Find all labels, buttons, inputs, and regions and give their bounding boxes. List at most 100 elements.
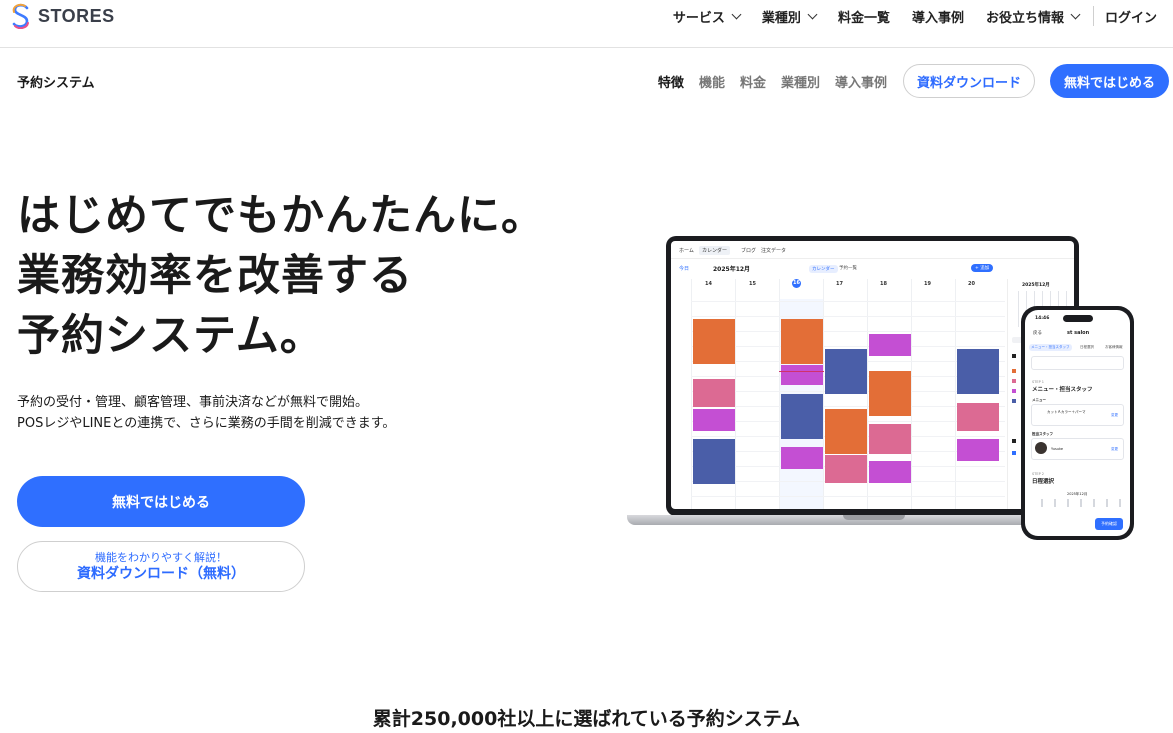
grid-line (691, 496, 1005, 497)
day-header: 19 (924, 281, 931, 287)
grid-line (955, 279, 956, 509)
grid-line (779, 279, 780, 509)
calendar-month: 2025年12月 (713, 266, 751, 273)
phone-tab-date: 日程選択 (1080, 345, 1094, 349)
nav-pricing[interactable]: 料金一覧 (838, 7, 890, 26)
hero-desc-line: POSレジやLINEとの連携で、さらに業務の手間を削減できます。 (17, 416, 396, 431)
section-heading: 累計250,000社以上に選ばれている予約システム (372, 708, 801, 730)
grid-line (691, 316, 1005, 317)
calendar-toolbar: 今日 2025年12月 カレンダー 予約一覧 + 追加 (671, 263, 1074, 277)
view-tab-calendar: カレンダー (809, 265, 838, 273)
download-docs-subtitle: 機能をわかりやすく解説！ (95, 550, 227, 564)
phone-mockup: 14:46 戻る st salon メニュー・担当スタッフ 日程選択 お客様情報… (1021, 306, 1134, 540)
stores-logo-icon (12, 3, 29, 29)
calendar-event (825, 455, 867, 483)
add-event-button: + 追加 (971, 264, 994, 272)
day-header: 17 (836, 281, 843, 287)
mini-calendar-month: 2025年12月 (1022, 283, 1050, 288)
product-subnav: 予約システム 特徴 機能 料金 業種別 導入事例 資料ダウンロード 無料ではじめ… (0, 48, 1173, 114)
laptop-screen: ホーム カレンダー ブログ 注文データ 今日 2025年12月 カレンダー 予約… (671, 241, 1074, 509)
subnav-cases[interactable]: 導入事例 (835, 72, 887, 91)
grid-line (691, 331, 1005, 332)
phone-menu-item: カットＡカラー＋パーマ (1047, 410, 1086, 414)
day-header: 20 (968, 281, 975, 287)
day-header: 18 (880, 281, 887, 287)
global-header: STORES サービス 業種別 料金一覧 導入事例 お役立ち情報 ログイン (0, 0, 1173, 48)
phone-change-menu: 変更 (1111, 413, 1118, 417)
calendar-event (825, 349, 867, 394)
subnav-functions[interactable]: 機能 (699, 72, 725, 91)
checkbox-icon (1012, 354, 1016, 358)
nav-divider (1092, 6, 1094, 26)
app-tab-home: ホーム (679, 248, 694, 254)
download-docs-button[interactable]: 資料ダウンロード (903, 64, 1035, 98)
checkbox-icon (1012, 451, 1016, 455)
calendar-event (869, 334, 911, 356)
phone-menu-label: メニュー (1032, 398, 1046, 402)
hero-title-line: 業務効率を改善する (17, 251, 413, 301)
phone-date-row (1031, 499, 1124, 507)
product-title[interactable]: 予約システム (17, 72, 95, 91)
today-button: 今日 (679, 266, 690, 272)
laptop-notch (843, 515, 905, 520)
phone-tab-menu: メニュー・担当スタッフ (1029, 344, 1072, 351)
calendar-event (781, 319, 823, 364)
calendar-event (693, 439, 735, 484)
app-tab-blog: ブログ (741, 248, 757, 254)
phone-shop-name: st salon (1067, 330, 1090, 336)
app-tab-orders: 注文データ (761, 248, 787, 254)
calendar-event (957, 439, 999, 461)
chevron-down-icon (1070, 9, 1081, 19)
nav-cases-label: 導入事例 (911, 10, 964, 26)
phone-reserve-button: 予約確認 (1095, 518, 1123, 530)
nav-cases[interactable]: 導入事例 (912, 7, 964, 26)
calendar-event (957, 403, 999, 431)
hero-download-docs-button[interactable]: 機能をわかりやすく解説！ 資料ダウンロード（無料） (17, 541, 305, 592)
phone-shop-card (1031, 356, 1124, 370)
nav-industry[interactable]: 業種別 (761, 7, 818, 26)
hero-title-line: はじめてでもかんたんに。 (17, 191, 545, 241)
stores-logo[interactable]: STORES (10, 3, 115, 29)
calendar-event (781, 365, 823, 385)
phone-tab-customer: お客様情報 (1105, 345, 1123, 349)
subnav-links: 特徴 機能 料金 業種別 導入事例 (658, 72, 887, 91)
nav-service[interactable]: サービス (672, 7, 742, 26)
phone-date-month: 2025年12月 (1067, 492, 1088, 496)
login-link[interactable]: ログイン (1105, 7, 1157, 26)
phone-back: 戻る (1033, 331, 1042, 336)
checkbox-icon (1012, 379, 1016, 383)
hero-title-line: 予約システム。 (17, 311, 324, 361)
calendar-event (781, 394, 823, 439)
global-nav: サービス 業種別 料金一覧 導入事例 お役立ち情報 ログイン (651, 6, 1157, 26)
subnav-industry[interactable]: 業種別 (781, 72, 820, 91)
phone-change-staff: 変更 (1111, 447, 1118, 451)
nav-resources[interactable]: お役立ち情報 (985, 7, 1081, 26)
subnav-features[interactable]: 特徴 (658, 72, 684, 91)
calendar-event (869, 424, 911, 454)
phone-screen: 14:46 戻る st salon メニュー・担当スタッフ 日程選択 お客様情報… (1025, 310, 1130, 536)
nav-industry-label: 業種別 (761, 10, 801, 26)
calendar-event (781, 447, 823, 469)
nav-resources-label: お役立ち情報 (985, 10, 1064, 26)
calendar-event (693, 379, 735, 407)
nav-service-label: サービス (672, 10, 725, 26)
brand-name: STORES (38, 5, 115, 26)
phone-staff-name: Yusuke (1051, 447, 1064, 451)
checkbox-icon (1012, 389, 1016, 393)
hero-title: はじめてでもかんたんに。 業務効率を改善する 予約システム。 (17, 186, 545, 366)
subnav-pricing[interactable]: 料金 (740, 72, 766, 91)
day-header-today: 16 (792, 279, 801, 288)
view-tab-list: 予約一覧 (839, 266, 857, 271)
grid-line (911, 279, 912, 509)
phone-step1-label: STEP 1 (1032, 380, 1045, 384)
download-docs-label: 資料ダウンロード（無料） (77, 565, 245, 582)
phone-dynamic-island (1063, 315, 1093, 322)
chevron-down-icon (807, 9, 818, 19)
day-header: 14 (705, 281, 712, 287)
grid-line (691, 301, 1005, 302)
checkbox-icon (1012, 439, 1016, 443)
phone-step1-title: メニュー・担当スタッフ (1032, 387, 1093, 393)
start-free-button[interactable]: 無料ではじめる (1050, 64, 1169, 98)
hero-start-free-button[interactable]: 無料ではじめる (17, 476, 305, 527)
hero-description: 予約の受付・管理、顧客管理、事前決済などが無料で開始。 POSレジやLINEとの… (17, 392, 395, 434)
